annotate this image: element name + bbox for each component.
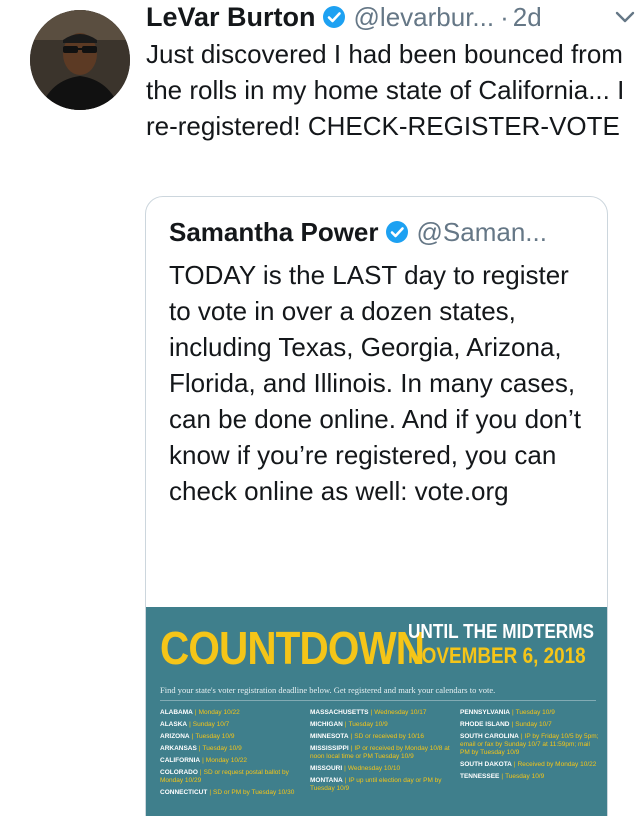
state-separator: | xyxy=(513,761,516,768)
infographic-instruction: Find your state's voter registration dea… xyxy=(160,685,496,695)
state-deadline: Received by Monday 10/22 xyxy=(517,761,597,768)
state-name: MISSISSIPPI xyxy=(310,745,349,752)
verified-badge-icon xyxy=(385,221,408,243)
state-name: TENNESSEE xyxy=(460,773,500,780)
verified-badge-icon xyxy=(322,6,345,28)
state-separator: | xyxy=(511,709,514,716)
state-separator: | xyxy=(520,733,523,740)
state-separator: | xyxy=(189,721,191,728)
avatar[interactable] xyxy=(30,10,130,110)
state-name: MINNESOTA xyxy=(310,733,349,740)
state-deadline: Wednesday 10/17 xyxy=(374,709,427,716)
state-name: ARKANSAS xyxy=(160,745,197,752)
state-separator: | xyxy=(370,709,373,716)
state-entry: CALIFORNIA | Monday 10/22 xyxy=(160,757,300,765)
quoted-tweet-header: Samantha Power @Saman... xyxy=(169,215,599,249)
tweet-text: Just discovered I had been bounced from … xyxy=(146,39,625,141)
state-deadline: Sunday 10/7 xyxy=(515,721,552,728)
state-name: PENNSYLVANIA xyxy=(460,709,510,716)
state-name: CONNECTICUT xyxy=(160,789,208,796)
state-deadline: Monday 10/22 xyxy=(198,709,240,716)
state-deadline: Monday 10/22 xyxy=(205,757,247,764)
state-entry: SOUTH CAROLINA | IP by Friday 10/5 by 5pm;… xyxy=(460,733,600,757)
avatar-image xyxy=(30,10,130,110)
state-entry: MASSACHUSETTS | Wednesday 10/17 xyxy=(310,709,450,717)
infographic-divider xyxy=(160,700,596,701)
state-entry: ARIZONA | Tuesday 10/9 xyxy=(160,733,300,741)
author-handle[interactable]: @levarbur... xyxy=(354,2,495,33)
state-entry: MISSISSIPPI | IP or received by Monday 10/… xyxy=(310,745,450,761)
state-separator: | xyxy=(344,721,347,728)
state-name: ALASKA xyxy=(160,721,188,728)
state-entry: MICHIGAN | Tuesday 10/9 xyxy=(310,721,450,729)
state-separator: | xyxy=(511,721,514,728)
separator-dot: · xyxy=(500,1,509,32)
state-separator: | xyxy=(344,777,347,784)
state-separator: | xyxy=(344,765,346,772)
state-name: MONTANA xyxy=(310,777,343,784)
state-entry: CONNECTICUT | SD or PM by Tuesday 10/30 xyxy=(160,789,300,797)
state-name: RHODE ISLAND xyxy=(460,721,510,728)
tweet-timestamp[interactable]: 2d xyxy=(513,2,542,33)
state-separator: | xyxy=(350,745,353,752)
state-name: MICHIGAN xyxy=(310,721,343,728)
state-name: COLORADO xyxy=(160,769,198,776)
state-name: SOUTH CAROLINA xyxy=(460,733,519,740)
chevron-down-icon[interactable] xyxy=(614,8,636,26)
state-column-1: ALABAMA | Monday 10/22 ALASKA | Sunday 10/7 … xyxy=(160,709,300,801)
state-separator: | xyxy=(501,773,504,780)
state-column-3: PENNSYLVANIA | Tuesday 10/9 RHODE ISLAND | S… xyxy=(460,709,600,785)
quoted-author-handle: @Saman... xyxy=(416,216,547,247)
state-entry: PENNSYLVANIA | Tuesday 10/9 xyxy=(460,709,600,717)
countdown-infographic[interactable]: COUNTDOWN UNTIL THE MIDTERMS NOVEMBER 6,… xyxy=(146,607,607,816)
state-deadline: Tuesday 10/9 xyxy=(202,745,242,752)
state-deadline: Tuesday 10/9 xyxy=(515,709,555,716)
state-name: MASSACHUSETTS xyxy=(310,709,369,716)
infographic-title: COUNTDOWN xyxy=(160,622,425,674)
author-name[interactable]: LeVar Burton xyxy=(146,2,316,33)
state-name: MISSOURI xyxy=(310,765,343,772)
state-entry: SOUTH DAKOTA | Received by Monday 10/22 xyxy=(460,761,600,769)
state-column-2: MASSACHUSETTS | Wednesday 10/17 MICHIGAN | T… xyxy=(310,709,450,797)
state-separator: | xyxy=(198,745,201,752)
state-deadline: Tuesday 10/9 xyxy=(505,773,545,780)
state-entry: ALABAMA | Monday 10/22 xyxy=(160,709,300,717)
state-name: SOUTH DAKOTA xyxy=(460,761,512,768)
state-entry: RHODE ISLAND | Sunday 10/7 xyxy=(460,721,600,729)
state-name: CALIFORNIA xyxy=(160,757,201,764)
state-deadline: Wednesday 10/10 xyxy=(347,765,401,772)
state-deadline: Tuesday 10/9 xyxy=(348,721,388,728)
state-deadline: Tuesday 10/9 xyxy=(195,733,235,740)
state-entry: TENNESSEE | Tuesday 10/9 xyxy=(460,773,600,781)
state-separator: | xyxy=(350,733,353,740)
state-entry: COLORADO | SD or request postal ballot by … xyxy=(160,769,300,785)
state-separator: | xyxy=(202,757,204,764)
quoted-author-name: Samantha Power xyxy=(169,216,379,247)
state-entry: MINNESOTA | SD or received by 10/16 xyxy=(310,733,450,741)
infographic-subtitle-date: NOVEMBER 6, 2018 xyxy=(408,643,586,668)
state-entry: ARKANSAS | Tuesday 10/9 xyxy=(160,745,300,753)
state-separator: | xyxy=(209,789,212,796)
tweet-header: LeVar Burton @levarbur... · 2d xyxy=(146,0,626,34)
state-separator: | xyxy=(191,733,194,740)
state-separator: | xyxy=(199,769,202,776)
state-name: ALABAMA xyxy=(160,709,193,716)
infographic-subtitle-top: UNTIL THE MIDTERMS xyxy=(408,621,595,643)
state-entry: MISSOURI | Wednesday 10/10 xyxy=(310,765,450,773)
quoted-tweet-card[interactable]: Samantha Power @Saman... TODAY is the LA… xyxy=(145,196,608,816)
state-separator: | xyxy=(194,709,197,716)
state-entry: ALASKA | Sunday 10/7 xyxy=(160,721,300,729)
state-deadline: SD or received by 10/16 xyxy=(354,733,424,740)
state-name: ARIZONA xyxy=(160,733,190,740)
state-deadline: Sunday 10/7 xyxy=(192,721,230,728)
state-deadline: SD or PM by Tuesday 10/30 xyxy=(213,789,295,796)
quoted-tweet-text: TODAY is the LAST day to register to vot… xyxy=(169,260,581,506)
state-entry: MONTANA | IP up until election day or PM b… xyxy=(310,777,450,793)
